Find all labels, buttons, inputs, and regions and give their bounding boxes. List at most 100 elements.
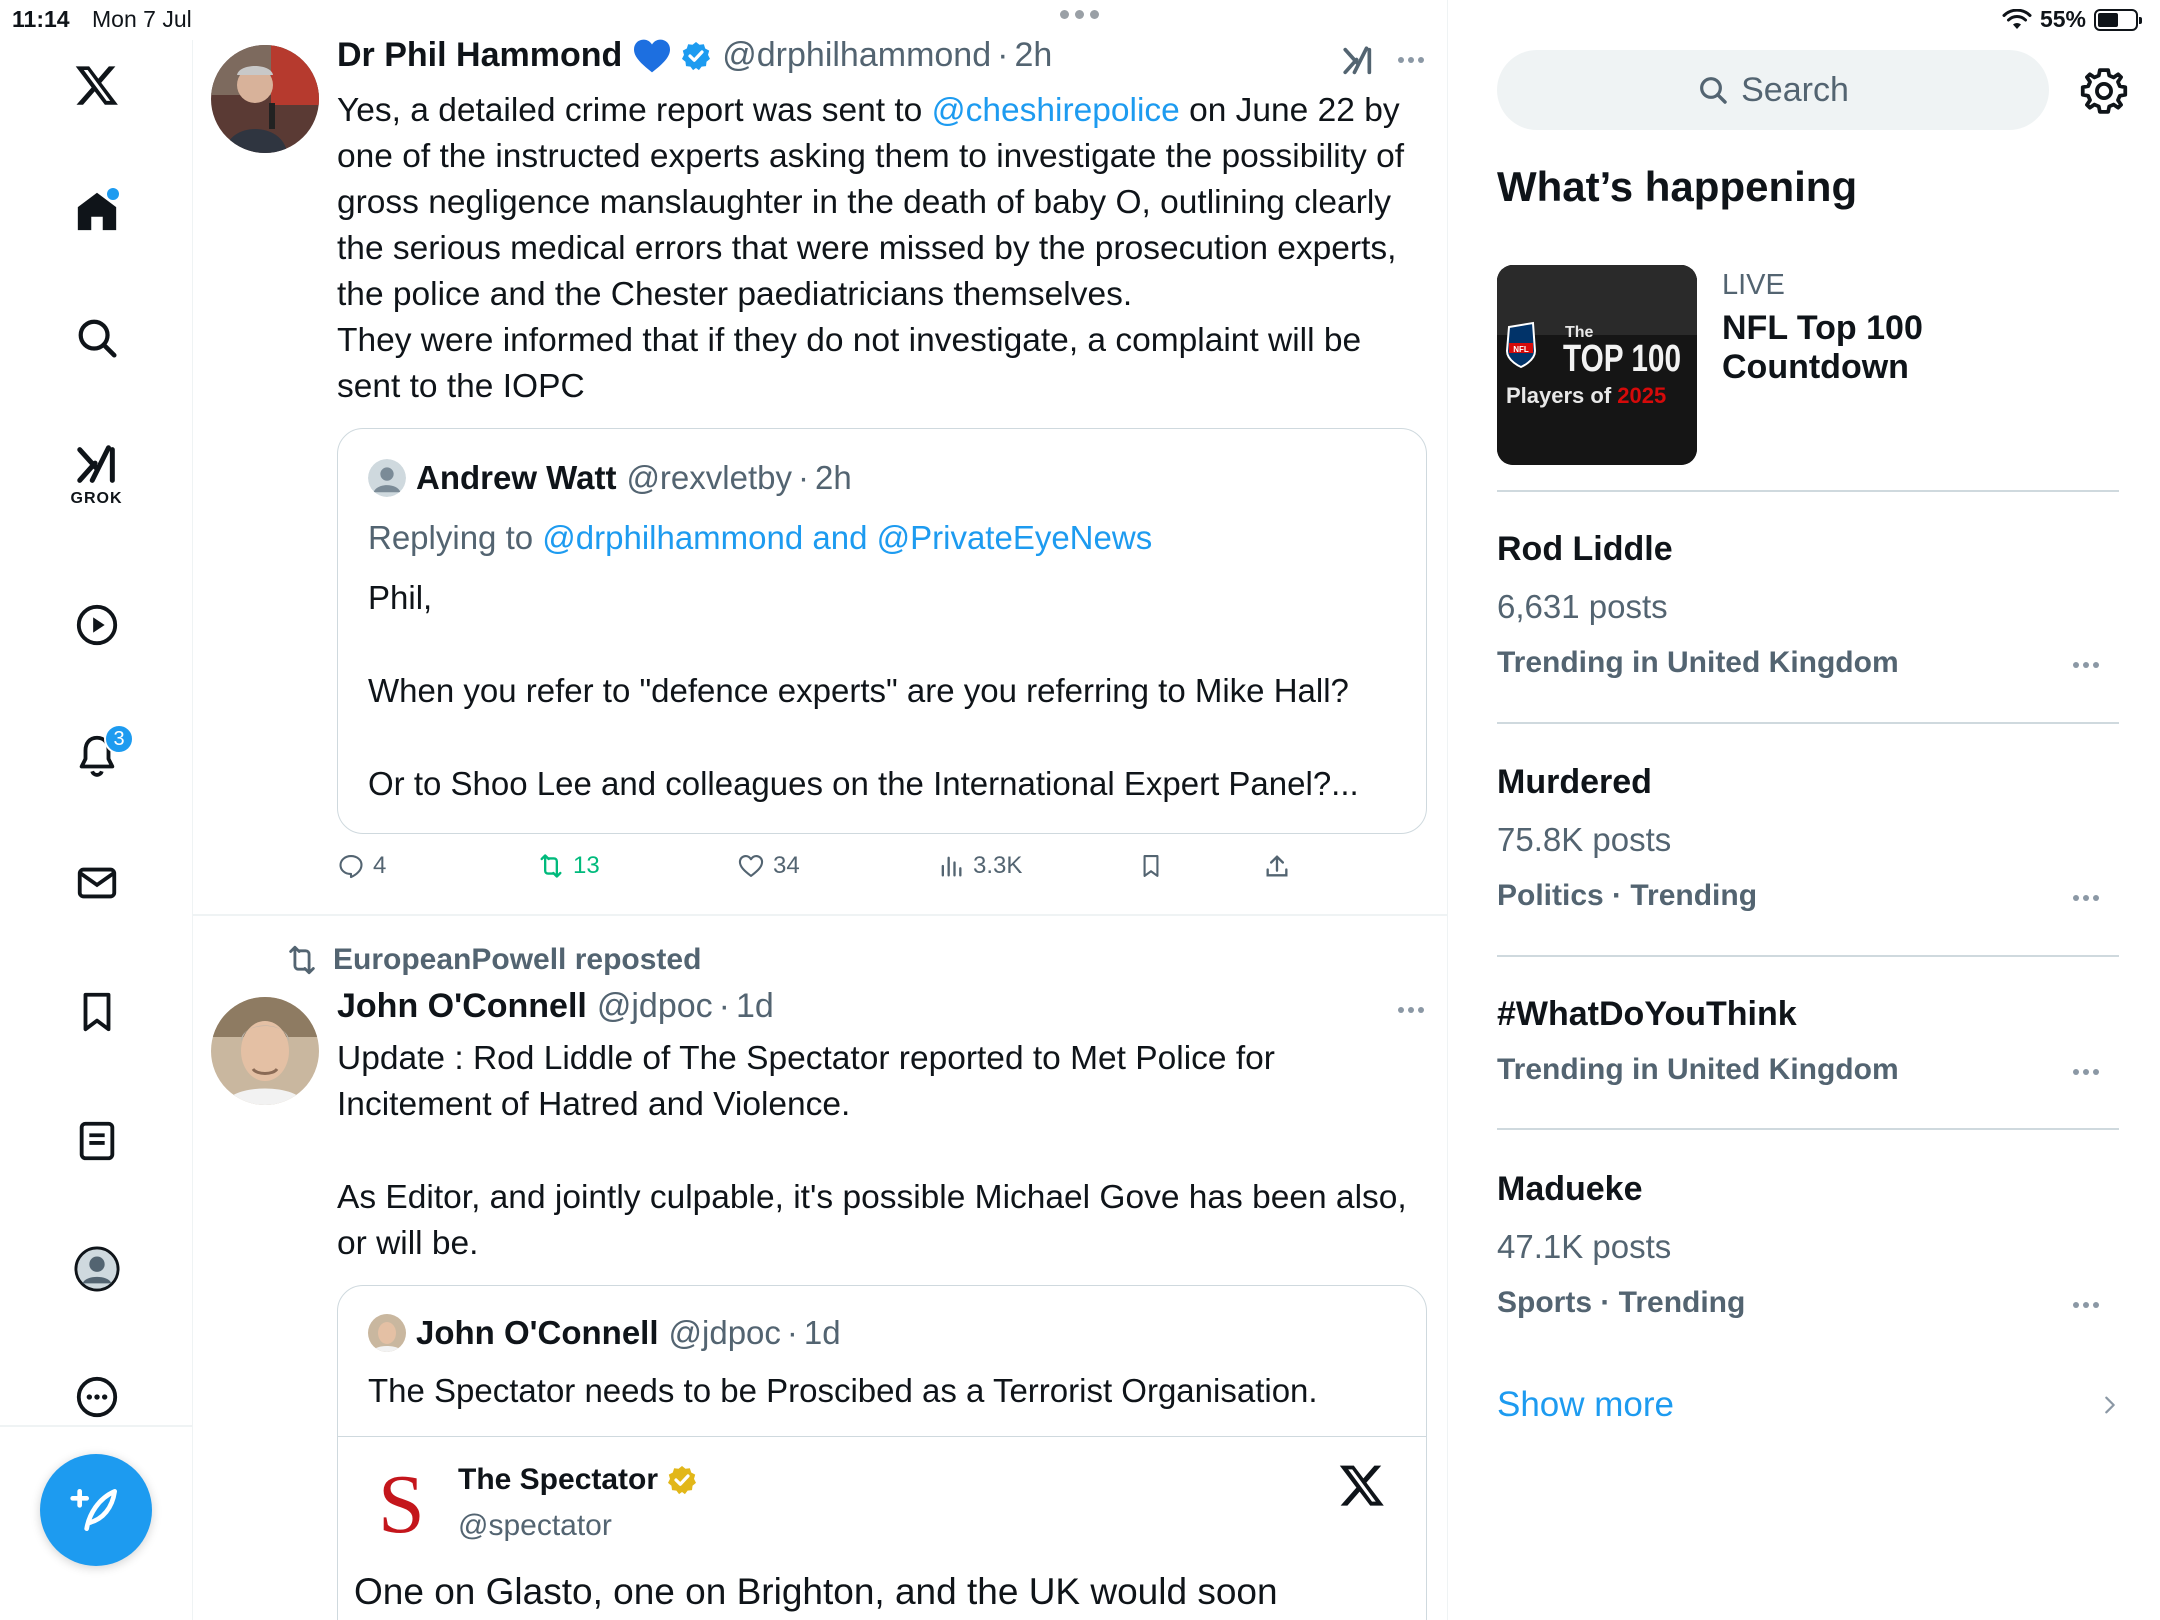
search-input[interactable]: Search: [1497, 50, 2049, 130]
live-event-card[interactable]: NFL The TOP 100 Players of 2025 LIVE NFL…: [1497, 265, 2117, 465]
main-feed: Dr Phil Hammond @drphilhammond · 2h Yes,…: [193, 0, 1448, 1620]
views-button[interactable]: 3.3K: [937, 852, 1022, 880]
nav-notifications[interactable]: 3: [0, 720, 193, 790]
embed-post-text: One on Glasto, one on Brighton, and the …: [354, 1571, 1278, 1612]
reply-icon: [339, 855, 363, 879]
show-more-link[interactable]: Show more: [1497, 1385, 1674, 1425]
trend-more-menu[interactable]: [2073, 662, 2099, 668]
trend-item[interactable]: Murdered 75.8K posts Politics · Trending: [1497, 763, 2117, 923]
live-title: NFL Top 100 Countdown: [1722, 309, 1923, 386]
grok-label: GROK: [70, 490, 123, 507]
nav-explore[interactable]: [0, 303, 193, 373]
x-logo-button[interactable]: [0, 50, 193, 120]
author-handle[interactable]: @jdpoc: [597, 987, 713, 1026]
quoted-tweet-header: Andrew Watt @rexvletby · 2h: [368, 459, 852, 497]
author-avatar[interactable]: [211, 997, 319, 1105]
nav-lists[interactable]: [0, 1106, 193, 1176]
separator-dot: ·: [798, 459, 809, 496]
embedded-post-card[interactable]: S The Spectator @spectator One on Glasto…: [338, 1436, 1426, 1620]
tweet-text-line: They were informed that if they do not i…: [337, 322, 1362, 405]
x-logo-icon: [1339, 1465, 1384, 1506]
trend-item[interactable]: Rod Liddle 6,631 posts Trending in Unite…: [1497, 530, 2117, 690]
repost-context[interactable]: EuropeanPowell reposted: [285, 943, 701, 977]
quoted-author-handle[interactable]: @jdpoc: [669, 1314, 781, 1352]
reply-button[interactable]: 4: [337, 852, 386, 880]
embed-author-handle: @spectator: [458, 1509, 612, 1542]
nav-more[interactable]: [0, 1362, 193, 1432]
thumb-top-text: TOP 100: [1563, 338, 1681, 380]
settings-gear-icon[interactable]: [2079, 66, 2129, 116]
tweet-actions: 4 13 34 3.3K: [337, 852, 1337, 892]
analytics-icon: [941, 856, 962, 877]
view-count: 3.3K: [973, 852, 1023, 879]
quoted-tweet[interactable]: Andrew Watt @rexvletby · 2h Replying to …: [337, 428, 1427, 834]
quoted-author-handle[interactable]: @rexvletby: [626, 459, 792, 497]
trend-name: Rod Liddle: [1497, 530, 1673, 568]
author-name[interactable]: Dr Phil Hammond: [337, 36, 622, 75]
play-icon: [76, 604, 117, 646]
chevron-right-icon[interactable]: [2099, 1394, 2121, 1416]
quoted-tweet[interactable]: John O'Connell @jdpoc · 1d The Spectator…: [337, 1285, 1427, 1620]
nav-video[interactable]: [0, 590, 193, 660]
quoted-author-avatar[interactable]: [368, 1314, 406, 1352]
thumb-players-text: Players of: [1506, 383, 1617, 408]
timestamp[interactable]: 2h: [1014, 36, 1052, 75]
live-label: LIVE: [1722, 269, 1785, 301]
tweet[interactable]: Dr Phil Hammond @drphilhammond · 2h Yes,…: [193, 0, 1447, 914]
trend-post-count: 75.8K posts: [1497, 821, 1672, 858]
nav-grok[interactable]: GROK: [0, 425, 193, 525]
quoted-tweet-header: John O'Connell @jdpoc · 1d: [368, 1314, 841, 1352]
trend-item[interactable]: #WhatDoYouThink Trending in United Kingd…: [1497, 995, 2117, 1095]
search-placeholder: Search: [1741, 70, 1849, 109]
whats-happening-heading: What’s happening: [1497, 163, 1858, 210]
trend-context: Trending in United Kingdom: [1497, 1053, 1899, 1086]
nav-profile[interactable]: [0, 1234, 193, 1304]
nav-bookmarks[interactable]: [0, 977, 193, 1047]
spectator-logo: S: [378, 1458, 425, 1551]
quoted-timestamp: 1d: [803, 1314, 841, 1351]
nav-messages[interactable]: [0, 848, 193, 918]
repost-button[interactable]: 13: [537, 852, 600, 880]
trend-more-menu[interactable]: [2073, 1069, 2099, 1075]
blue-heart-icon: [634, 39, 671, 72]
reply-count: 4: [373, 852, 387, 879]
quoted-author-name[interactable]: Andrew Watt: [416, 459, 616, 497]
separator-dot: ·: [718, 987, 730, 1025]
quoted-author-name[interactable]: John O'Connell: [416, 1314, 659, 1352]
tweet-header: Dr Phil Hammond @drphilhammond · 2h: [337, 36, 1052, 75]
author-name[interactable]: John O'Connell: [337, 987, 587, 1026]
thumb-year-text: 2025: [1617, 383, 1666, 408]
search-icon: [78, 319, 117, 358]
x-logo-icon: [75, 66, 118, 105]
bookmark-button[interactable]: [1137, 852, 1165, 880]
replying-to-label: Replying to: [368, 519, 543, 556]
trend-more-menu[interactable]: [2073, 1302, 2099, 1308]
replying-to-mentions[interactable]: @drphilhammond and @PrivateEyeNews: [542, 519, 1152, 556]
verified-badge-icon: [682, 41, 711, 70]
tweet-text-part: Yes, a detailed crime report was sent to: [337, 92, 932, 129]
quoted-text-para: When you refer to "defence experts" are …: [368, 672, 1349, 709]
trend-item[interactable]: Madueke 47.1K posts Sports · Trending: [1497, 1170, 2117, 1330]
thumb-players-line: Players of 2025: [1506, 383, 1666, 408]
compose-button[interactable]: [40, 1454, 152, 1566]
trend-divider: [1497, 955, 2119, 957]
trend-more-menu[interactable]: [2073, 895, 2099, 901]
share-button[interactable]: [1263, 852, 1291, 880]
tweet-more-menu[interactable]: [1398, 1007, 1424, 1013]
mention-link[interactable]: @cheshirepolice: [932, 92, 1180, 129]
replying-to-line: Replying to @drphilhammond and @PrivateE…: [368, 515, 1398, 561]
author-handle[interactable]: @drphilhammond: [722, 36, 991, 75]
tweet[interactable]: EuropeanPowell reposted John O'Connell @…: [193, 915, 1447, 1620]
repost-count: 13: [573, 852, 600, 879]
status-time: 11:14: [12, 6, 70, 32]
tweet-text-para: Update : Rod Liddle of The Spectator rep…: [337, 1040, 1275, 1123]
author-avatar[interactable]: [211, 45, 319, 153]
tweet-more-menu[interactable]: [1398, 57, 1424, 63]
like-button[interactable]: 34: [737, 852, 800, 880]
grok-explain-icon[interactable]: [1341, 44, 1375, 78]
timestamp[interactable]: 1d: [736, 987, 774, 1026]
trend-context: Politics · Trending: [1497, 879, 1758, 912]
nav-home[interactable]: [0, 176, 193, 246]
quoted-author-avatar[interactable]: [368, 459, 406, 497]
trend-divider: [1497, 722, 2119, 724]
